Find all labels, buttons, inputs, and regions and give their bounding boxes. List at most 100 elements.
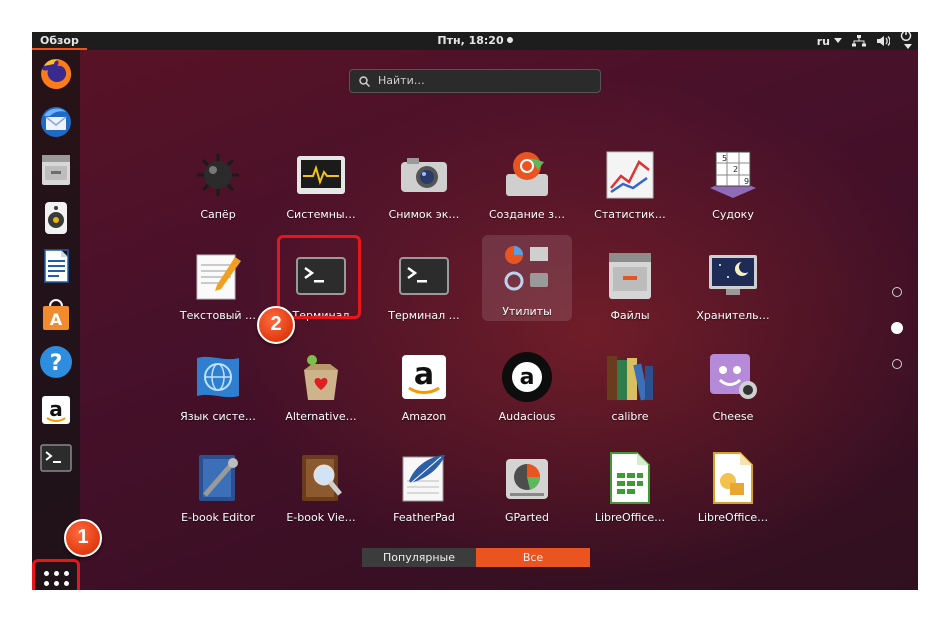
overview-button[interactable]: Обзор bbox=[32, 32, 87, 50]
app-label: Создание з… bbox=[488, 208, 566, 221]
files-icon[interactable] bbox=[38, 152, 74, 188]
app-label: Терминал … bbox=[388, 309, 460, 322]
step-badge-2: 2 bbox=[257, 306, 295, 344]
app-tile[interactable]: Статистик… bbox=[580, 138, 680, 228]
power-icon bbox=[900, 32, 912, 41]
screensaver-icon bbox=[706, 249, 760, 303]
app-tile[interactable]: Хранитель… bbox=[683, 239, 783, 329]
system-monitor-icon bbox=[294, 148, 348, 202]
search-icon bbox=[359, 76, 370, 87]
chevron-down-icon bbox=[834, 37, 842, 43]
step-badge-1: 1 bbox=[64, 519, 102, 557]
svg-text:A: A bbox=[50, 310, 63, 329]
app-tile[interactable]: E-book Editor bbox=[168, 441, 268, 531]
keyboard-layout-menu[interactable]: ru bbox=[817, 35, 842, 48]
libreoffice-calc-icon bbox=[603, 451, 657, 505]
tab-all[interactable]: Все bbox=[476, 548, 590, 567]
network-icon[interactable] bbox=[852, 35, 866, 47]
statistics-icon bbox=[603, 148, 657, 202]
app-tile[interactable]: GParted bbox=[477, 441, 577, 531]
app-label: Системны… bbox=[286, 208, 356, 221]
app-tile[interactable]: FeatherPad bbox=[374, 441, 474, 531]
alternatives-icon bbox=[294, 350, 348, 404]
text-editor-icon bbox=[191, 249, 245, 303]
app-tile[interactable]: a Audacious bbox=[477, 340, 577, 430]
terminal-icon bbox=[294, 249, 348, 303]
amazon-icon[interactable]: a bbox=[38, 392, 74, 428]
app-tile[interactable]: E-book Vie… bbox=[271, 441, 371, 531]
app-tile[interactable]: Снимок эк… bbox=[374, 138, 474, 228]
app-label: FeatherPad bbox=[393, 511, 455, 524]
rhythmbox-icon[interactable] bbox=[38, 200, 74, 236]
app-tile[interactable]: Текстовый … bbox=[168, 239, 268, 329]
featherpad-icon bbox=[397, 451, 451, 505]
app-label: Текстовый … bbox=[179, 309, 257, 322]
notification-dot-icon bbox=[506, 37, 513, 43]
thunderbird-icon[interactable] bbox=[38, 104, 74, 140]
app-tile[interactable]: calibre bbox=[580, 340, 680, 430]
app-tile[interactable]: Терминал … bbox=[374, 239, 474, 329]
app-tile[interactable]: Cheese bbox=[683, 340, 783, 430]
keyboard-layout-label: ru bbox=[816, 34, 830, 48]
app-label: E-book Editor bbox=[181, 511, 255, 524]
page-dot[interactable] bbox=[892, 287, 902, 297]
screenshot-icon bbox=[397, 148, 451, 202]
ebook-editor-icon bbox=[191, 451, 245, 505]
svg-text:?: ? bbox=[50, 351, 63, 376]
app-label: Утилиты bbox=[502, 305, 552, 318]
svg-text:a: a bbox=[49, 397, 63, 421]
mines-icon bbox=[191, 148, 245, 202]
utilities-folder-icon bbox=[500, 241, 554, 295]
svg-text:a: a bbox=[520, 365, 535, 390]
app-tile[interactable]: Alternative… bbox=[271, 340, 371, 430]
libreoffice-draw-icon bbox=[706, 451, 760, 505]
terminal-icon[interactable] bbox=[38, 440, 74, 476]
app-label: Хранитель… bbox=[696, 309, 770, 322]
show-applications-button[interactable] bbox=[32, 559, 80, 590]
app-label: Статистик… bbox=[594, 208, 666, 221]
app-tile[interactable]: Создание з… bbox=[477, 138, 577, 228]
amazon-icon: a bbox=[397, 350, 451, 404]
app-tile[interactable]: Файлы bbox=[580, 239, 680, 329]
app-label: Cheese bbox=[712, 410, 754, 423]
app-label: Язык систе… bbox=[180, 410, 256, 423]
firefox-icon[interactable] bbox=[38, 56, 74, 92]
gparted-icon bbox=[500, 451, 554, 505]
app-tile[interactable]: 529 Судоку bbox=[683, 138, 783, 228]
app-tile[interactable]: LibreOffice… bbox=[580, 441, 680, 531]
app-label: Снимок эк… bbox=[388, 208, 460, 221]
app-label: Судоку bbox=[712, 208, 754, 221]
app-tile[interactable]: LibreOffice… bbox=[683, 441, 783, 531]
top-bar: Обзор Птн, 18:20 ru bbox=[32, 32, 918, 50]
help-icon[interactable]: ? bbox=[38, 344, 74, 380]
svg-text:9: 9 bbox=[744, 177, 749, 186]
dock: A ? a bbox=[32, 50, 80, 590]
app-tile[interactable]: Язык систе… bbox=[168, 340, 268, 430]
page-dot[interactable] bbox=[892, 359, 902, 369]
app-label: E-book Vie… bbox=[286, 511, 356, 524]
startup-disk-icon bbox=[500, 148, 554, 202]
app-label: Сапёр bbox=[200, 208, 236, 221]
clock-label[interactable]: Птн, 18:20 bbox=[437, 34, 503, 47]
app-label: Alternative… bbox=[285, 410, 357, 423]
app-tile[interactable]: a Amazon bbox=[374, 340, 474, 430]
tab-popular[interactable]: Популярные bbox=[362, 548, 476, 567]
app-tile[interactable]: Системны… bbox=[271, 138, 371, 228]
ebook-viewer-icon bbox=[294, 451, 348, 505]
audacious-icon: a bbox=[500, 350, 554, 404]
desktop-overview: Обзор Птн, 18:20 ru A ? a Найти… Сапёр С… bbox=[32, 32, 918, 590]
app-tile[interactable]: Сапёр bbox=[168, 138, 268, 228]
app-grid-icon bbox=[32, 559, 80, 590]
app-label: LibreOffice… bbox=[594, 511, 666, 524]
app-label: Amazon bbox=[401, 410, 447, 423]
page-dot-active[interactable] bbox=[891, 322, 903, 334]
search-placeholder: Найти… bbox=[378, 74, 425, 87]
search-input[interactable]: Найти… bbox=[349, 69, 601, 93]
svg-text:5: 5 bbox=[722, 154, 727, 163]
app-folder-tile[interactable]: Утилиты bbox=[477, 235, 577, 325]
svg-text:a: a bbox=[414, 357, 434, 392]
volume-icon[interactable] bbox=[876, 35, 890, 47]
software-icon[interactable]: A bbox=[38, 296, 74, 332]
power-menu[interactable] bbox=[900, 32, 912, 54]
writer-icon[interactable] bbox=[38, 248, 74, 284]
